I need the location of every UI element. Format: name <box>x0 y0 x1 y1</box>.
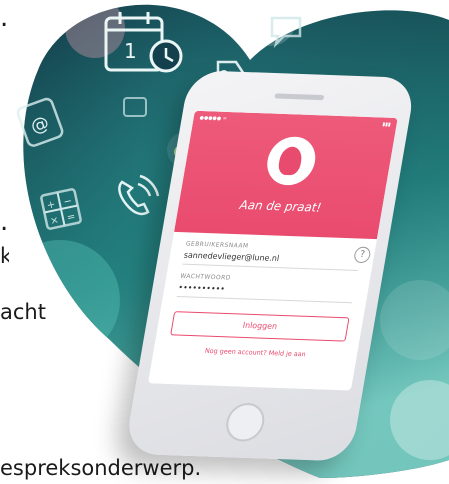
home-button[interactable] <box>223 402 268 443</box>
heart-hero-image: 1 + − × = @ ●●●●● ≈ ▮▮▮ Aan de praat! GE… <box>0 0 449 484</box>
svg-text:@: @ <box>28 112 52 138</box>
app-logo <box>263 135 320 187</box>
status-bar-right: ▮▮▮ <box>381 121 392 128</box>
username-field[interactable]: sannedevlieger@lune.nl <box>182 250 360 271</box>
app-header: ●●●●● ≈ ▮▮▮ Aan de praat! <box>174 110 398 240</box>
svg-text:+: + <box>46 199 56 212</box>
app-tagline: Aan de praat! <box>238 197 323 215</box>
parrot-icon <box>277 146 304 176</box>
status-bar-left: ●●●●● ≈ <box>199 115 228 123</box>
phone-speaker <box>274 93 325 101</box>
svg-text:−: − <box>63 196 73 209</box>
svg-text:1: 1 <box>124 39 137 63</box>
password-field[interactable]: •••••••••• <box>176 282 355 304</box>
svg-text:×: × <box>49 215 59 228</box>
register-link[interactable]: Nog geen account? Meld je aan <box>153 345 357 360</box>
svg-text:=: = <box>66 211 76 224</box>
login-button[interactable]: Inloggen <box>170 311 350 342</box>
